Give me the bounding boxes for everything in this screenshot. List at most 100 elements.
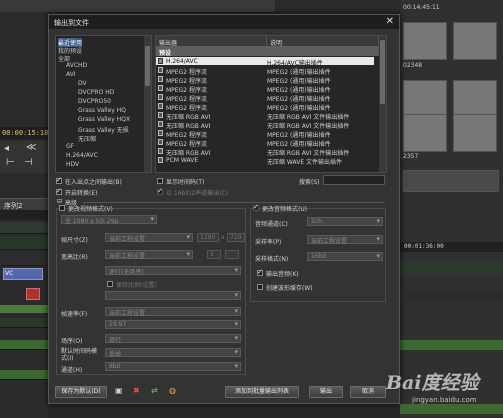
sample-rate-combo[interactable]: 当前工程设置 [307, 235, 383, 245]
tree-item[interactable]: DV [78, 80, 87, 87]
timecode-checkbox[interactable] [157, 178, 163, 184]
export-dialog: 输出到文件 ✕ 最近使用 我的预设 全部 AVCHD AVI DV DVCPRO… [48, 14, 400, 404]
audio-16bit-checkbox[interactable] [157, 187, 163, 195]
clip-thumbnail[interactable] [453, 22, 497, 60]
column-header-preset[interactable]: 预设 [156, 46, 379, 57]
column-header-desc[interactable]: 说明 [267, 36, 379, 47]
mark-in-icon[interactable]: ⊢ [6, 157, 15, 168]
import-icon[interactable]: ⇄ [151, 386, 158, 395]
tree-item[interactable]: DVCPRO50 [78, 98, 111, 105]
tree-item[interactable]: Grass Valley HQ [78, 107, 126, 114]
change-video-checkbox[interactable] [59, 205, 65, 211]
frame-rate-sub-combo[interactable]: 29.97 [105, 320, 241, 329]
aspect-extra-combo[interactable] [105, 291, 241, 300]
clip-thumbnail[interactable] [453, 114, 497, 152]
timeline-track [0, 222, 48, 234]
timeline-clip-marker[interactable] [26, 288, 40, 300]
tree-item[interactable]: DVCPRO HD [78, 89, 114, 96]
cancel-button[interactable]: 取消 [350, 386, 386, 398]
format-row[interactable]: 无压缩 RGB AVI 无压缩 RGB AVI 文件输出插件 [156, 147, 374, 157]
save-preset-icon[interactable]: ▣ [115, 386, 123, 395]
tree-item[interactable]: Grass Valley HQX [78, 116, 130, 123]
clip-thumbnail[interactable] [403, 114, 447, 152]
tree-item[interactable]: H.264/AVC [66, 152, 98, 159]
timeline-clip[interactable]: VC [3, 268, 43, 280]
channel-combo[interactable]: 8bit [105, 362, 241, 371]
clip-thumbnail[interactable] [453, 80, 497, 118]
inout-checkbox[interactable] [56, 176, 62, 184]
format-row[interactable]: PCM WAVE 无压缩 WAVE 文件输出插件 [156, 156, 374, 166]
height-field[interactable]: 720 [227, 233, 245, 242]
sequence-tab[interactable]: 序列2 [0, 198, 48, 210]
file-icon [158, 112, 163, 118]
convert-checkbox[interactable] [56, 187, 62, 195]
timeline-timecode: 00:01:36:00 [400, 242, 503, 252]
default-tc-combo[interactable]: 丢帧 [105, 348, 241, 358]
field-combo[interactable]: 逐行 [105, 334, 241, 344]
timecode-display: 00:00:15:18 [0, 127, 49, 139]
audio-channel-combo[interactable]: 2ch [307, 217, 383, 226]
aspect-combo[interactable]: 当前工程设置 [105, 250, 193, 260]
clip-thumbnail[interactable] [403, 80, 447, 118]
column-header-format[interactable]: 输出器 [156, 36, 267, 47]
tree-item[interactable]: Grass Valley 无损 [78, 125, 129, 134]
aspect-field-2[interactable] [225, 250, 239, 259]
format-tree: 最近使用 我的预设 全部 AVCHD AVI DV DVCPRO HD DVCP… [55, 35, 152, 173]
format-row[interactable]: MPEG2 程序流 MPEG2 (通用)输出插件 [156, 102, 374, 112]
dialog-title: 输出到文件 [54, 19, 89, 27]
format-row[interactable]: MPEG2 程序流 MPEG2 (通用)输出插件 [156, 84, 374, 94]
tree-scrollbar[interactable] [144, 36, 151, 172]
timeline-audio-clip[interactable] [0, 305, 48, 313]
advanced-toggle-icon[interactable]: ⊟ [57, 198, 62, 205]
rewind-icon[interactable]: ◂ [4, 143, 9, 154]
format-row[interactable]: 无压缩 RGB AVI 无压缩 RGB AVI 文件输出插件 [156, 111, 374, 121]
scrollbar-thumb[interactable] [380, 40, 385, 104]
file-icon [158, 103, 163, 109]
tree-item[interactable]: HDV [66, 161, 79, 168]
change-audio-checkbox[interactable] [253, 203, 259, 211]
format-row[interactable]: MPEG2 程序流 MPEG2 (通用)输出插件 [156, 75, 374, 85]
bit-combo[interactable]: 16bit [307, 252, 383, 261]
format-row[interactable]: H.264/AVC H.264/AVC输出插件 [156, 57, 374, 67]
file-icon [158, 121, 163, 127]
clip-label: VC [5, 270, 14, 277]
channel-label: 通道(H) [61, 367, 83, 374]
frame-size-combo[interactable]: 当前工程设置 [105, 233, 193, 243]
waveform-checkbox[interactable] [257, 284, 263, 290]
tree-item[interactable]: GF [66, 143, 74, 150]
timeline-ruler [0, 210, 48, 220]
add-batch-button[interactable]: 添加到批量输出列表 [225, 386, 299, 398]
save-default-button[interactable]: 保存为默认(D) [55, 386, 107, 398]
waveform-label: 创建波形缓存(W) [266, 285, 313, 292]
format-row[interactable]: 无压缩 RGB AVI 无压缩 RGB AVI 文件输出插件 [156, 120, 374, 130]
tree-item[interactable]: 无压缩 [78, 134, 96, 143]
search-input[interactable] [323, 175, 385, 185]
delete-icon[interactable]: ✖ [133, 386, 140, 395]
format-row[interactable]: MPEG2 程序流 MPEG2 (通用)输出插件 [156, 93, 374, 103]
baidu-watermark: Bai度经验 [386, 372, 479, 394]
format-row[interactable]: MPEG2 程序流 MPEG2 (通用)输出插件 [156, 66, 374, 76]
export-button[interactable]: 输出 [309, 386, 343, 398]
scrollbar-thumb[interactable] [145, 46, 150, 86]
timeline-track [0, 318, 48, 328]
close-icon[interactable]: ✕ [386, 16, 394, 27]
step-back-icon[interactable]: ≪ [26, 142, 36, 153]
width-field[interactable]: 1280 [197, 233, 219, 242]
tree-item[interactable]: AVCHD [66, 62, 87, 69]
format-row[interactable]: MPEG2 程序流 MPEG2 (通用)输出插件 [156, 129, 374, 139]
list-scrollbar[interactable] [379, 36, 386, 172]
keep-aspect-checkbox[interactable] [107, 281, 113, 287]
file-icon [158, 94, 163, 100]
frame-rate-combo[interactable]: 当前工程设置 [105, 307, 241, 317]
bit-label: 采样格式(N) [255, 256, 289, 263]
tree-item[interactable]: AVI [66, 71, 76, 78]
format-row[interactable]: MPEG2 程序流 MPEG2 (通用)输出插件 [156, 138, 374, 148]
aspect-field[interactable]: 1 [207, 250, 221, 259]
clip-thumbnail[interactable] [403, 22, 447, 60]
field-order-combo[interactable]: 逐行(无场序) [105, 266, 241, 276]
export-preset-icon[interactable]: ◍ [169, 386, 176, 395]
mark-out-icon[interactable]: ⊣ [24, 157, 33, 168]
video-format-combo[interactable]: 全 1080 x 50i 29p [61, 215, 157, 225]
output-audio-checkbox[interactable] [257, 268, 263, 276]
timeline-track [0, 236, 48, 250]
